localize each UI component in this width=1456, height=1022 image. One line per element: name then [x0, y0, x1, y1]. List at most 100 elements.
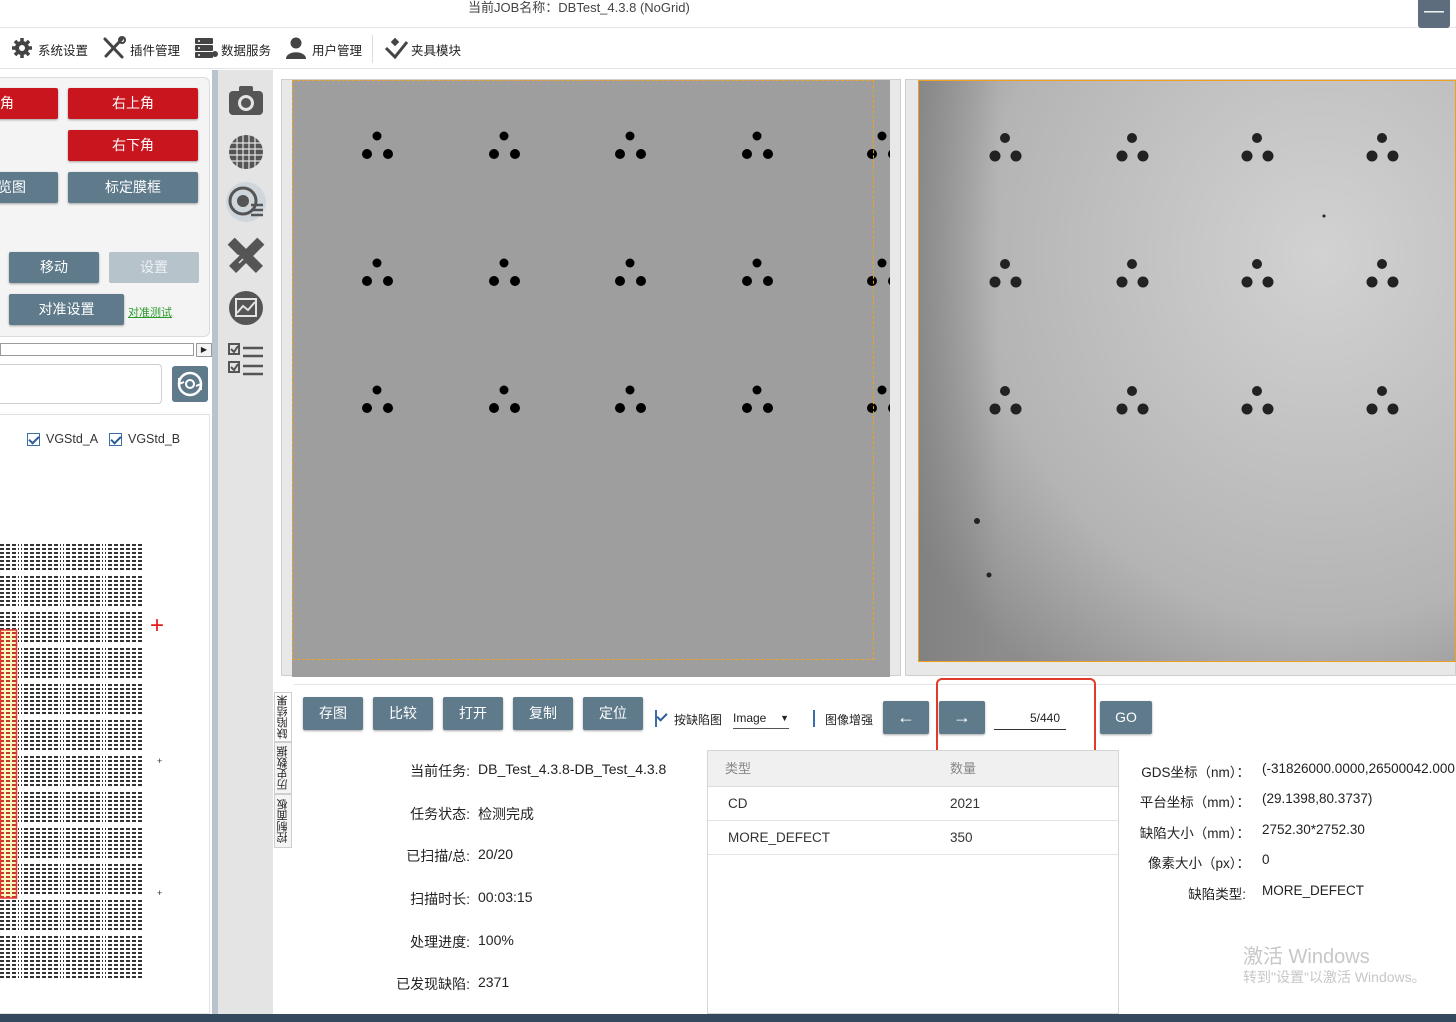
- chevron-down-icon: ▼: [780, 712, 789, 723]
- locate-button[interactable]: 定位: [583, 697, 643, 730]
- gds-coord-label: GDS坐标（nm）：: [1141, 765, 1250, 780]
- menu-label: 夹具模块: [411, 43, 462, 58]
- checklist-icon[interactable]: [226, 340, 266, 380]
- by-defect-label: 按缺陷图: [674, 713, 723, 727]
- crosshair-icon: +: [150, 612, 165, 639]
- calibrate-frame-button[interactable]: 标定膜框: [68, 172, 198, 203]
- cell-type: MORE_DEFECT: [728, 830, 831, 845]
- checkbox-label: VGStd_A: [46, 432, 99, 446]
- tab-control-panel[interactable]: 控制面板: [274, 794, 292, 848]
- move-button[interactable]: 移动: [9, 252, 99, 283]
- database-icon: [193, 36, 221, 63]
- table-row[interactable]: MORE_DEFECT 350: [708, 821, 1118, 855]
- table-row[interactable]: CD 2021: [708, 787, 1118, 821]
- task-status-label: 任务状态:: [410, 806, 470, 822]
- open-button[interactable]: 打开: [443, 697, 503, 730]
- by-defect-checkbox[interactable]: [655, 710, 657, 727]
- minimize-button[interactable]: —: [1418, 0, 1450, 28]
- defect-image[interactable]: [918, 80, 1456, 662]
- platform-coord-label: 平台坐标（mm）：: [1139, 795, 1250, 810]
- menu-plugin-management[interactable]: 插件管理: [102, 35, 180, 63]
- title-bar: [0, 0, 1456, 28]
- compare-button[interactable]: 比较: [373, 697, 433, 730]
- window-title: 当前JOB名称：DBTest_4.3.8 (NoGrid): [468, 0, 690, 15]
- ruler-pencil-icon[interactable]: [226, 236, 266, 276]
- scroll-right-arrow[interactable]: ▶: [196, 343, 212, 357]
- activation-watermark-subtitle: 转到"设置"以激活 Windows。: [1243, 969, 1426, 985]
- defect-size-label: 缺陷大小（mm）：: [1139, 826, 1250, 841]
- defect-type-label: 缺陷类型:: [1188, 887, 1246, 902]
- prev-button[interactable]: ←: [883, 701, 929, 734]
- activation-watermark-title: 激活 Windows: [1243, 946, 1370, 968]
- select-value: Image: [733, 710, 767, 725]
- image-enhance-checkbox[interactable]: [813, 710, 815, 727]
- defect-summary-table: 类型 数量 CD 2021 MORE_DEFECT 350: [707, 750, 1119, 1014]
- current-task-value: DB_Test_4.3.8-DB_Test_4.3.8: [478, 761, 667, 777]
- marker-dot: +: [157, 756, 163, 766]
- menu-label: 插件管理: [130, 43, 181, 58]
- scan-duration-label: 扫描时长:: [410, 891, 470, 907]
- image-chart-icon[interactable]: [226, 288, 266, 328]
- gear-icon: [10, 36, 38, 63]
- current-task-label: 当前任务:: [410, 763, 470, 779]
- task-status-value: 检测完成: [478, 806, 534, 822]
- align-test-link[interactable]: 对准测试: [128, 304, 172, 320]
- cell-count: 350: [950, 830, 973, 845]
- checkbox-label: VGStd_B: [128, 432, 181, 446]
- image-enhance-label: 图像增强: [825, 713, 874, 727]
- image-toolbar: [218, 70, 273, 1014]
- overview-button[interactable]: 览图: [0, 172, 58, 203]
- menu-user-management[interactable]: 用户管理: [284, 35, 362, 63]
- header-type[interactable]: 类型: [725, 751, 751, 787]
- cell-type: CD: [728, 796, 748, 811]
- scanned-label: 已扫描/总:: [406, 848, 470, 864]
- vgstd-b-checkbox[interactable]: VGStd_B: [109, 432, 180, 446]
- tools-icon: [102, 35, 130, 63]
- camera-icon[interactable]: [226, 80, 266, 120]
- wafer-list-icon[interactable]: [226, 182, 266, 222]
- right-top-corner-button[interactable]: 右上角: [68, 88, 198, 119]
- defects-found-value: 2371: [478, 974, 510, 990]
- pixel-size-label: 像素大小（px）：: [1147, 856, 1250, 871]
- table-header: 类型 数量: [708, 751, 1118, 787]
- menu-label: 系统设置: [38, 43, 89, 58]
- align-settings-button[interactable]: 对准设置: [9, 294, 124, 325]
- scanned-value: 20/20: [478, 846, 514, 862]
- checkbox-box[interactable]: [27, 432, 40, 446]
- side-tabs: 缺陷结果 历史数据 控制面板: [274, 692, 294, 852]
- save-image-button[interactable]: 存图: [303, 697, 363, 730]
- platform-coord-value: (29.1398,80.3737): [1262, 791, 1373, 806]
- defect-size-value: 2752.30*2752.30: [1262, 822, 1365, 837]
- marker-dot: +: [157, 888, 163, 898]
- refresh-button[interactable]: [172, 366, 208, 402]
- menu-fixture-module[interactable]: 夹具模块: [383, 35, 461, 63]
- defects-found-label: 已发现缺陷:: [396, 976, 470, 992]
- horizontal-scrollbar[interactable]: [0, 343, 194, 356]
- vgstd-a-checkbox[interactable]: VGStd_A: [27, 432, 98, 446]
- defect-type-value: MORE_DEFECT: [1262, 883, 1365, 898]
- settings-button[interactable]: 设置: [109, 252, 199, 283]
- refresh-gear-icon: [172, 371, 208, 405]
- left-top-corner-button[interactable]: 角: [0, 88, 58, 119]
- menu-system-settings[interactable]: 系统设置: [10, 35, 88, 63]
- job-input[interactable]: [0, 364, 162, 404]
- header-count[interactable]: 数量: [950, 751, 976, 787]
- menu-data-service[interactable]: 数据服务: [193, 35, 271, 63]
- right-bottom-corner-button[interactable]: 右下角: [68, 130, 198, 161]
- gds-coord-value: (-31826000.0000,26500042.000: [1262, 761, 1455, 776]
- wafer-map[interactable]: [0, 544, 146, 978]
- checkbox-box[interactable]: [109, 432, 122, 446]
- tab-defect-results[interactable]: 缺陷结果: [274, 692, 292, 742]
- grid-sphere-icon[interactable]: [226, 132, 266, 172]
- image-type-select[interactable]: Image ▼: [733, 707, 789, 729]
- copy-button[interactable]: 复制: [513, 697, 573, 730]
- go-button[interactable]: GO: [1100, 701, 1152, 734]
- progress-label: 处理进度:: [410, 934, 470, 950]
- fixture-icon: [383, 36, 411, 63]
- cell-count: 2021: [950, 796, 981, 811]
- user-icon: [284, 36, 312, 63]
- tab-history-data[interactable]: 历史数据: [274, 742, 292, 794]
- menu-bar: 系统设置 插件管理 数据服务 用户管理 夹具模块: [0, 29, 1456, 69]
- scan-duration-value: 00:03:15: [478, 889, 533, 905]
- menu-separator: [372, 35, 373, 63]
